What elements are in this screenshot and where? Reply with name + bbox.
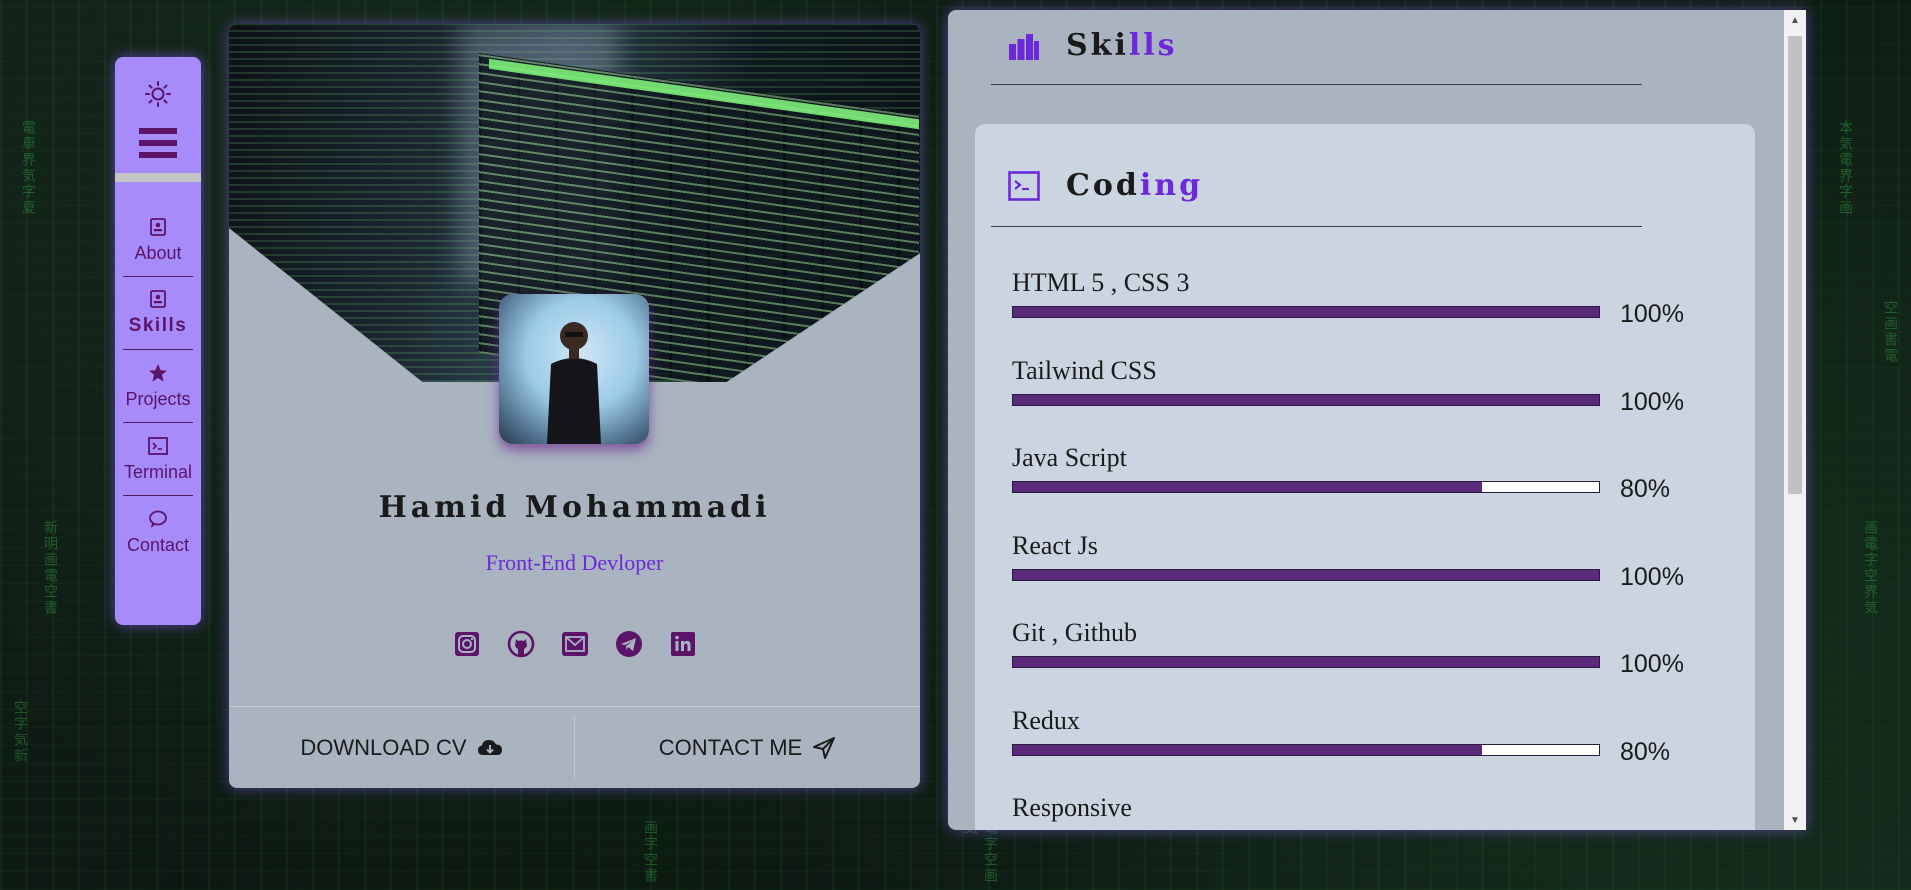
- contact-me-button[interactable]: CONTACT ME: [575, 707, 920, 788]
- skill-progress-fill: [1013, 569, 1599, 580]
- skill-name: Redux: [1012, 705, 1080, 735]
- nav-list: About Skills Projects Terminal Contact: [123, 204, 193, 569]
- skill-progress-bar: [1012, 481, 1600, 493]
- coding-underline: [991, 226, 1642, 227]
- github-icon[interactable]: [507, 630, 535, 658]
- card-footer: DOWNLOAD CV CONTACT ME: [229, 706, 920, 788]
- social-links: [229, 630, 920, 658]
- profile-card: Hamid Mohammadi Front-End Devloper DOWNL…: [229, 24, 920, 788]
- send-icon: [813, 736, 836, 759]
- avatar: [499, 294, 649, 444]
- skill-percent: 100%: [1620, 300, 1684, 328]
- skill-progress-bar: [1012, 568, 1600, 581]
- skill-percent: 100%: [1620, 650, 1684, 678]
- hamburger-icon: [139, 128, 177, 158]
- instagram-icon[interactable]: [453, 630, 481, 658]
- sidebar-item-label: Projects: [125, 388, 191, 409]
- scroll-thumb[interactable]: [1788, 36, 1802, 494]
- profile-role: Front-End Devloper: [485, 550, 664, 575]
- coding-card: Coding HTML 5 , CSS 3 100% Tailwind CSS 100…: [975, 124, 1755, 830]
- skill-progress-fill: [1013, 482, 1482, 492]
- linkedin-icon[interactable]: [669, 630, 697, 658]
- cloud-download-icon: [477, 739, 502, 755]
- skill-progress-bar: [1012, 393, 1600, 406]
- skills-heading: Skills: [1008, 28, 1178, 63]
- sun-icon: [145, 81, 171, 107]
- menu-button[interactable]: [138, 125, 178, 161]
- skill-row: Tailwind CSS 100%: [1012, 355, 1732, 416]
- sidebar-nav: About Skills Projects Terminal Contact: [115, 57, 201, 625]
- sidebar-divider: [115, 173, 201, 182]
- skill-progress-fill: [1013, 307, 1599, 317]
- skills-underline: [991, 84, 1642, 85]
- skill-percent: 80%: [1620, 475, 1671, 503]
- chat-icon: [148, 509, 168, 529]
- coding-title: Coding: [1066, 168, 1204, 203]
- sidebar-item-label: Terminal: [123, 461, 193, 482]
- skill-progress-bar: [1012, 306, 1600, 318]
- scroll-down-arrow[interactable]: ▼: [1784, 810, 1806, 830]
- sidebar-item-projects[interactable]: Projects: [123, 350, 193, 423]
- skill-progress-bar: [1012, 743, 1600, 756]
- terminal-icon: [1008, 170, 1040, 201]
- skill-row: Redux 80%: [1012, 705, 1732, 766]
- coding-heading: Coding: [1008, 168, 1203, 203]
- skill-progress-fill: [1013, 744, 1482, 755]
- contact-me-label: CONTACT ME: [658, 734, 803, 760]
- skill-progress-bar: [1012, 656, 1600, 668]
- scroll-up-arrow[interactable]: ▲: [1784, 10, 1806, 30]
- sidebar-item-label: About: [134, 242, 182, 263]
- skill-row: Responsive: [1012, 793, 1732, 823]
- sidebar-item-label: Contact: [126, 535, 190, 555]
- skill-row: Java Script 80%: [1012, 443, 1732, 503]
- skills-panel: Skills Coding HTML 5 , CSS 3 100% Tailwind…: [948, 10, 1806, 830]
- sidebar-item-about[interactable]: About: [123, 204, 193, 277]
- sidebar-item-terminal[interactable]: Terminal: [123, 423, 193, 496]
- sidebar-item-contact[interactable]: Contact: [123, 496, 193, 569]
- scrollbar[interactable]: ▲ ▼: [1784, 10, 1806, 830]
- skills-title: Skills: [1066, 28, 1178, 63]
- profile-icon: [148, 289, 168, 309]
- download-cv-label: DOWNLOAD CV: [300, 734, 467, 760]
- skill-row: HTML 5 , CSS 3 100%: [1012, 268, 1732, 328]
- profile-icon: [148, 217, 168, 237]
- email-icon[interactable]: [561, 630, 589, 658]
- skill-percent: 100%: [1620, 562, 1684, 591]
- profile-name: Hamid Mohammadi: [378, 490, 771, 525]
- skill-name: HTML 5 , CSS 3: [1012, 268, 1190, 297]
- terminal-icon: [148, 436, 168, 456]
- theme-toggle-button[interactable]: [141, 77, 175, 111]
- skill-percent: 100%: [1620, 387, 1684, 416]
- skill-progress-fill: [1013, 394, 1599, 405]
- skill-name: Responsive: [1012, 793, 1132, 822]
- skill-row: Git , Github 100%: [1012, 618, 1732, 678]
- star-icon: [148, 363, 168, 383]
- skill-name: Tailwind CSS: [1012, 355, 1157, 385]
- download-cv-button[interactable]: DOWNLOAD CV: [229, 707, 574, 788]
- bar-chart-icon: [1009, 33, 1039, 60]
- skill-row: React Js 100%: [1012, 530, 1732, 591]
- skill-name: Java Script: [1012, 443, 1127, 472]
- sidebar-item-label: Skills: [128, 315, 188, 336]
- telegram-icon[interactable]: [615, 630, 643, 658]
- skill-name: React Js: [1012, 530, 1098, 560]
- skill-name: Git , Github: [1012, 618, 1137, 647]
- skill-progress-fill: [1013, 657, 1599, 667]
- sidebar-item-skills[interactable]: Skills: [123, 277, 193, 350]
- skill-percent: 80%: [1620, 737, 1671, 766]
